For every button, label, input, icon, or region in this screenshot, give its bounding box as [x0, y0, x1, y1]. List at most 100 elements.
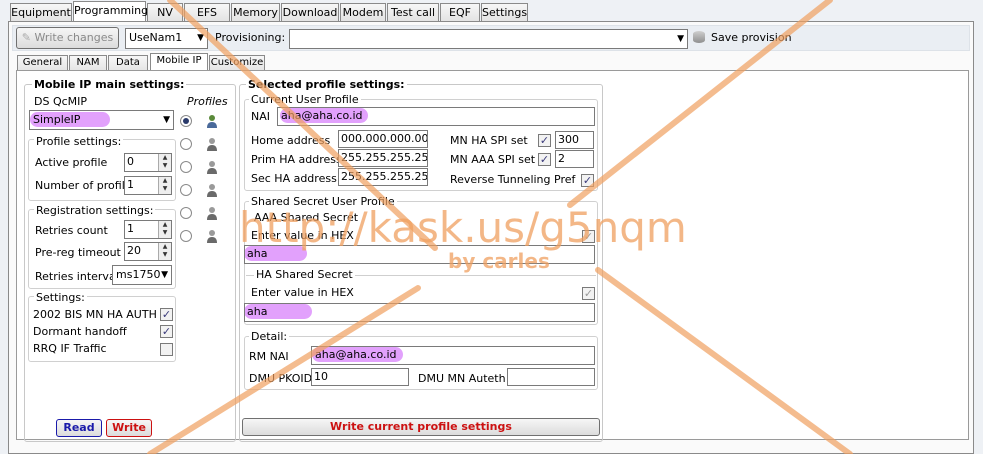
tab-settings[interactable]: Settings — [481, 3, 528, 22]
dormant-checkbox[interactable]: ✓ — [160, 325, 173, 338]
mn-ha-spi-checkbox[interactable]: ✓ — [538, 134, 551, 147]
mn-aaa-spi-input[interactable]: 2 — [555, 150, 594, 168]
profile-select-value: UseNam1 — [129, 31, 183, 44]
prereg-timeout-value: 20 — [127, 244, 141, 257]
spin-arrows-icon[interactable]: ▲ ▼ — [158, 177, 171, 194]
dmu-pkoid-input[interactable]: 10 — [311, 368, 409, 386]
chevron-down-icon: ▼ — [161, 270, 168, 280]
subtab-general[interactable]: General — [17, 55, 68, 71]
user-icon — [207, 230, 217, 243]
tab-modem[interactable]: Modem — [340, 3, 386, 22]
main-settings-title: Mobile IP main settings: — [32, 78, 187, 91]
retries-interval-label: Retries interval — [35, 270, 119, 283]
dmu-pkoid-label: DMU PKOID — [249, 372, 313, 385]
user-icon — [207, 207, 217, 220]
mn-aaa-spi-checkbox[interactable]: ✓ — [538, 153, 551, 166]
home-address-input[interactable]: 000.000.000.000 — [338, 130, 428, 148]
read-button[interactable]: Read — [56, 419, 102, 437]
subtab-customize[interactable]: Customize — [209, 55, 265, 71]
rrq-label: RRQ IF Traffic — [33, 342, 107, 355]
ha-secret-input[interactable]: aha — [244, 303, 595, 322]
prim-ha-input[interactable]: 255.255.255.255 — [338, 149, 428, 167]
active-profile-value: 0 — [127, 155, 134, 168]
tab-programming[interactable]: Programming — [73, 1, 148, 22]
write-profile-button[interactable]: Write current profile settings — [242, 418, 600, 436]
user-icon — [207, 138, 217, 151]
profile-radio-4[interactable] — [180, 207, 192, 219]
rrq-checkbox[interactable] — [160, 343, 173, 356]
settings-label: Settings: — [34, 291, 87, 304]
num-profiles-label: Number of profiles — [35, 179, 138, 192]
subtab-nam[interactable]: NAM — [69, 55, 107, 71]
spin-arrows-icon[interactable]: ▲ ▼ — [158, 154, 171, 171]
profile-radio-1[interactable] — [180, 138, 192, 150]
tab-download[interactable]: Download — [281, 3, 339, 22]
database-icon — [693, 31, 705, 43]
profile-radio-5[interactable] — [180, 230, 192, 242]
bis-checkbox[interactable]: ✓ — [160, 308, 173, 321]
tab-test-call[interactable]: Test call — [387, 3, 439, 22]
ds-qcmip-select[interactable]: SimpleIP ▼ — [29, 110, 174, 130]
tab-efs[interactable]: EFS — [184, 3, 230, 22]
tab-nv[interactable]: NV — [147, 3, 183, 22]
spin-arrows-icon[interactable]: ▲ ▼ — [158, 243, 171, 260]
tab-eqf[interactable]: EQF — [440, 3, 480, 22]
save-provision-button[interactable]: Save provision — [693, 30, 793, 46]
user-icon — [207, 161, 217, 174]
write-changes-label: Write changes — [34, 31, 114, 44]
sec-ha-input[interactable]: 255.255.255.255 — [338, 168, 428, 186]
home-address-label: Home address — [251, 134, 331, 147]
provisioning-select[interactable]: ▼ — [289, 29, 688, 49]
nai-label: NAI — [251, 110, 270, 123]
nai-input[interactable]: aha@aha.co.id — [277, 107, 595, 126]
tab-memory[interactable]: Memory — [231, 3, 280, 22]
registration-label: Registration settings: — [34, 204, 156, 217]
profile-radio-0[interactable] — [180, 115, 192, 127]
rm-nai-input[interactable]: aha@aha.co.id — [311, 346, 595, 365]
save-provision-label: Save provision — [711, 31, 792, 44]
tab-equipment[interactable]: Equipment — [10, 3, 72, 22]
provisioning-label: Provisioning: — [215, 31, 286, 44]
dmu-mn-auteth-label: DMU MN Auteth — [418, 372, 506, 385]
ds-qcmip-value: SimpleIP — [30, 112, 111, 127]
subtab-mobile-ip[interactable]: Mobile IP — [150, 53, 208, 71]
retries-count-stepper[interactable]: 1 ▲ ▼ — [124, 220, 172, 239]
aaa-secret-value: aha — [245, 246, 308, 261]
ha-shared-label: HA Shared Secret — [254, 268, 355, 281]
sec-ha-label: Sec HA address — [251, 172, 337, 185]
num-profiles-stepper[interactable]: 1 ▲ ▼ — [124, 176, 172, 195]
mn-ha-spi-input[interactable]: 300 — [555, 131, 594, 149]
write-button[interactable]: Write — [106, 419, 152, 437]
current-profile-label: Current User Profile — [249, 93, 361, 106]
write-changes-button[interactable]: ✎ Write changes — [16, 27, 119, 49]
spin-arrows-icon[interactable]: ▲ ▼ — [158, 221, 171, 238]
prereg-timeout-stepper[interactable]: 20 ▲ ▼ — [124, 242, 172, 261]
profile-select[interactable]: UseNam1 ▼ — [125, 28, 208, 49]
retries-interval-select[interactable]: ms1750 ▼ — [112, 265, 172, 285]
chevron-down-icon: ▼ — [197, 33, 204, 43]
aaa-enter-hex-label: Enter value in HEX — [251, 229, 354, 242]
ha-hex-checkbox[interactable]: ✓ — [582, 287, 595, 300]
prereg-timeout-label: Pre-reg timeout — [35, 246, 121, 259]
pencil-icon: ✎ — [21, 31, 31, 44]
aaa-secret-input[interactable]: aha — [244, 245, 595, 264]
profile-settings-label: Profile settings: — [34, 135, 124, 148]
retries-count-label: Retries count — [35, 224, 108, 237]
profile-radio-3[interactable] — [180, 184, 192, 196]
aaa-hex-checkbox[interactable]: ✓ — [582, 230, 595, 243]
active-profile-stepper[interactable]: 0 ▲ ▼ — [124, 153, 172, 172]
mn-ha-spi-label: MN HA SPI set — [450, 134, 528, 147]
detail-label: Detail: — [249, 330, 290, 343]
selected-profile-title: Selected profile settings: — [246, 78, 407, 91]
profile-radio-2[interactable] — [180, 161, 192, 173]
mn-aaa-spi-label: MN AAA SPI set — [450, 153, 536, 166]
dmu-mn-auteth-input[interactable] — [507, 368, 595, 386]
chevron-down-icon: ▼ — [163, 115, 170, 125]
retries-count-value: 1 — [127, 222, 134, 235]
dormant-label: Dormant handoff — [33, 325, 127, 338]
user-icon — [207, 115, 217, 128]
active-profile-label: Active profile — [35, 156, 108, 169]
chevron-down-icon: ▼ — [677, 34, 684, 44]
reverse-tunnel-checkbox[interactable]: ✓ — [581, 174, 594, 187]
subtab-data[interactable]: Data — [108, 55, 148, 71]
